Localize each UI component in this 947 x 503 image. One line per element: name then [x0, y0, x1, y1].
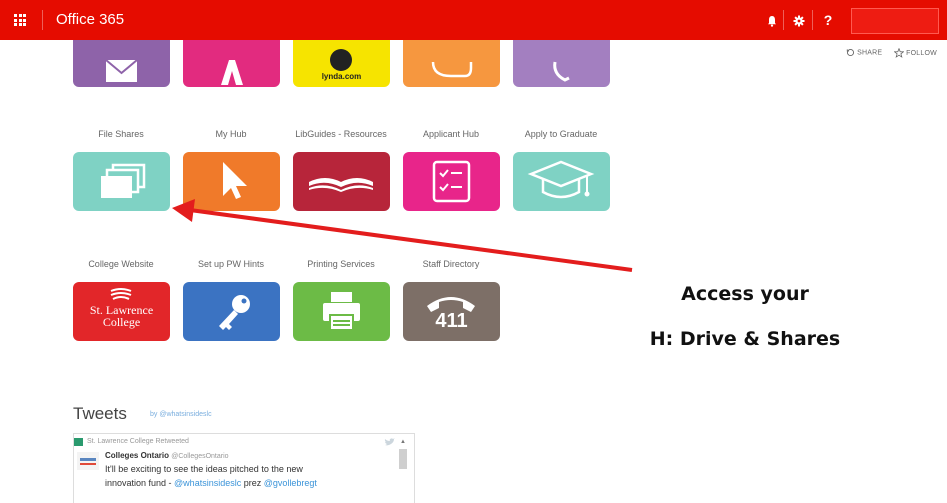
tweet-mention-gvollebregt[interactable]: @gvollebregt [264, 478, 317, 488]
scrollbar-thumb[interactable] [399, 449, 407, 469]
retweeted-note: St. Lawrence College Retweeted [87, 438, 189, 445]
colleges-ontario-avatar[interactable] [77, 452, 99, 470]
callout-line2: H: Drive & Shares [649, 328, 841, 350]
tweet-line2-start: innovation fund - [105, 478, 175, 488]
tweets-heading: Tweets [73, 404, 127, 423]
twitter-timeline[interactable]: St. Lawrence College Retweeted Colleges … [73, 433, 415, 503]
twitter-bird-icon[interactable] [384, 438, 395, 447]
tweet-line2-middle: prez [241, 478, 264, 488]
scroll-up-arrow-icon[interactable]: ▲ [400, 439, 406, 445]
tweet-author[interactable]: Colleges Ontario @CollegesOntario [105, 451, 229, 460]
tweet-mention-whatsinsideslc[interactable]: @whatsinsideslc [174, 478, 241, 488]
callout-arrow [172, 199, 633, 272]
retweet-badge-icon [74, 438, 83, 446]
timeline-scrollbar[interactable]: ▲ [398, 439, 409, 503]
tweet-line1: It'll be exciting to see the ideas pitch… [105, 464, 303, 474]
tweet-author-name: Colleges Ontario [105, 451, 170, 460]
tweet-text: It'll be exciting to see the ideas pitch… [105, 462, 385, 490]
tweet-author-handle: @CollegesOntario [171, 453, 229, 460]
callout-line1: Access your [681, 283, 809, 305]
tweets-by-link[interactable]: by @whatsinsideslc [150, 411, 212, 418]
tweet-line2: innovation fund - @whatsinsideslc prez @… [105, 476, 385, 490]
